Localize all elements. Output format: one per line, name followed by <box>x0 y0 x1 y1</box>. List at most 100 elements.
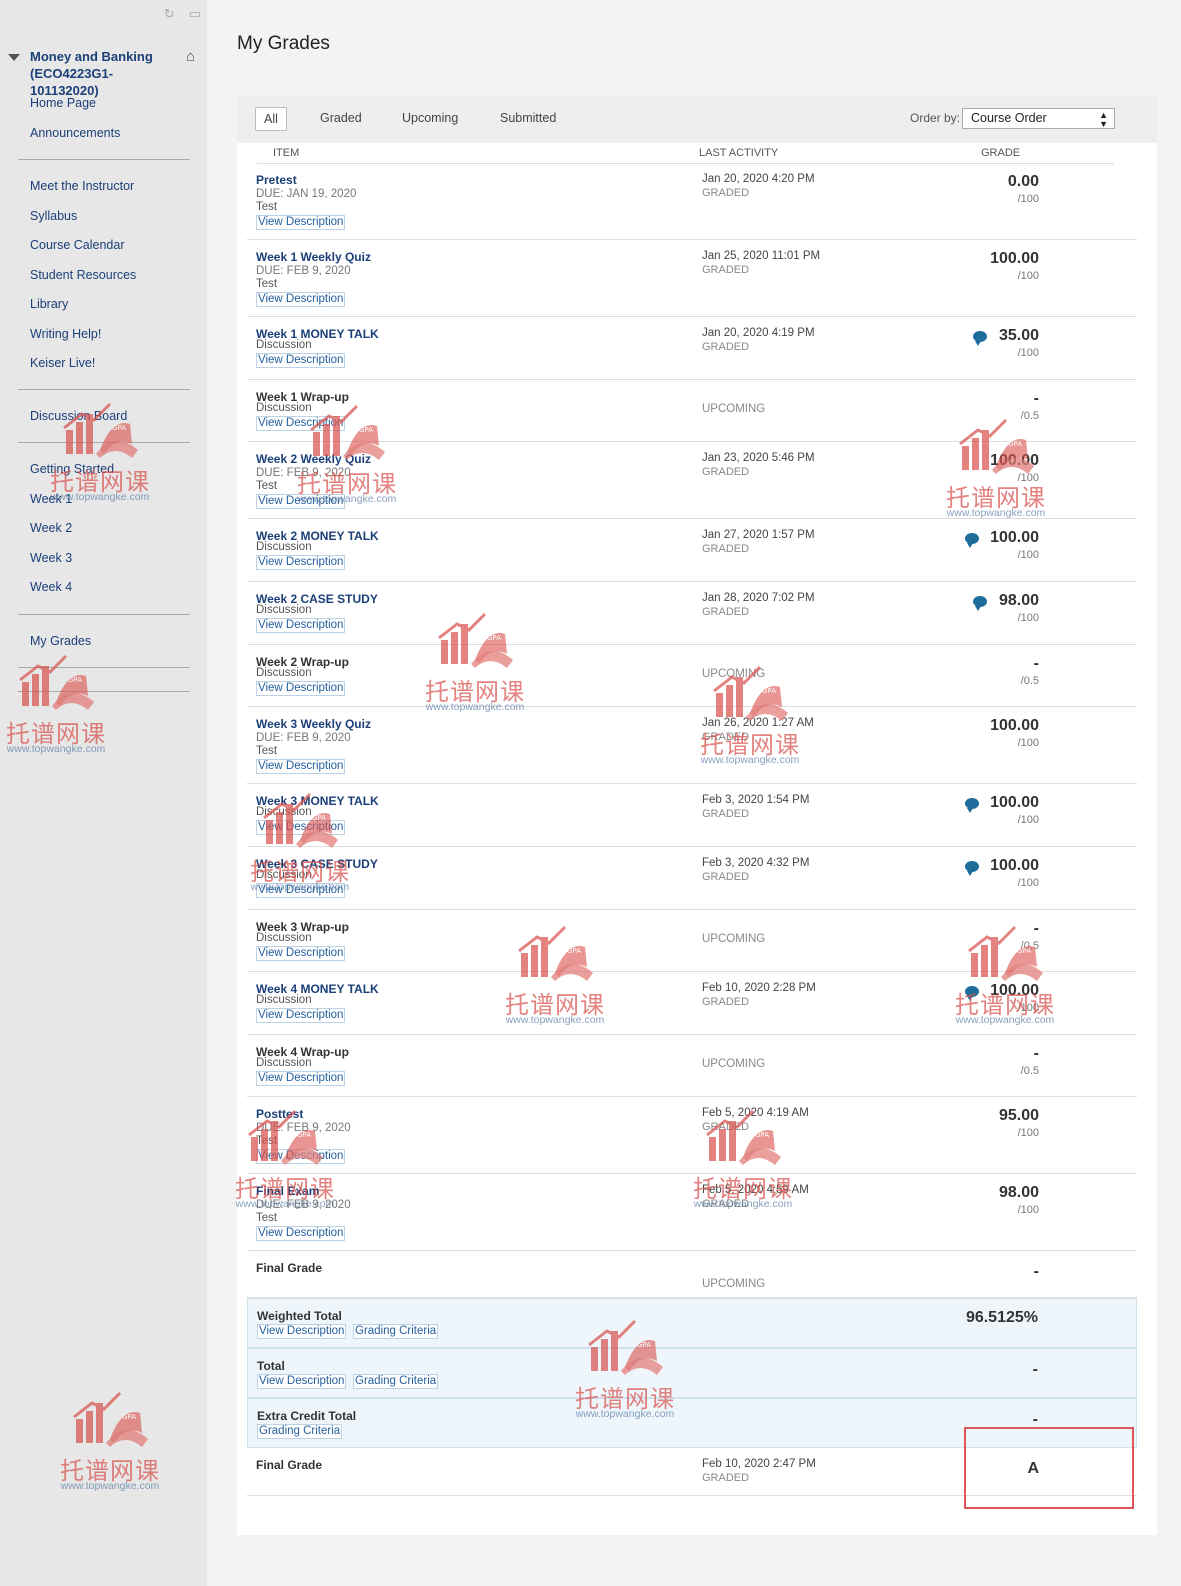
nav-library[interactable]: Library <box>0 290 207 320</box>
item-type: Discussion <box>256 869 312 881</box>
comment-bubble-icon[interactable] <box>965 798 979 813</box>
table-row: Week 2 MONEY TALK Discussion View Descript… <box>247 519 1137 582</box>
comment-bubble-icon[interactable] <box>973 331 987 346</box>
filter-graded[interactable]: Graded <box>312 107 370 129</box>
view-description-link[interactable]: View Description <box>256 1226 346 1241</box>
nav-my-grades[interactable]: My Grades <box>0 627 207 657</box>
view-description-link[interactable]: View Description <box>256 1149 346 1164</box>
nav-announcements[interactable]: Announcements <box>0 119 207 149</box>
nav-course-calendar[interactable]: Course Calendar <box>0 231 207 261</box>
item-type: Discussion <box>256 806 312 818</box>
view-description-link[interactable]: View Description <box>256 759 346 774</box>
nav-week-2[interactable]: Week 2 <box>0 514 207 544</box>
nav-meet-instructor[interactable]: Meet the Instructor <box>0 172 207 202</box>
item-type: Discussion <box>256 932 312 944</box>
comment-bubble-icon[interactable] <box>965 861 979 876</box>
summary-title: Total <box>257 1359 285 1373</box>
table-row: Week 2 CASE STUDY Discussion View Descript… <box>247 582 1137 645</box>
refresh-icon[interactable]: ↻ <box>164 6 175 22</box>
view-description-link[interactable]: View Description <box>257 1324 347 1339</box>
comment-bubble-icon[interactable] <box>965 986 979 1001</box>
nav-student-resources[interactable]: Student Resources <box>0 261 207 291</box>
view-description-link[interactable]: View Description <box>256 883 346 898</box>
activity-status: GRADED <box>702 996 750 1008</box>
view-description-link[interactable]: View Description <box>256 820 346 835</box>
view-description-link[interactable]: View Description <box>256 1071 346 1086</box>
nav-home-page[interactable]: Home Page <box>0 89 207 119</box>
nav-week-4[interactable]: Week 4 <box>0 573 207 603</box>
activity-status: GRADED <box>702 187 750 199</box>
view-description-link[interactable]: View Description <box>257 1374 347 1389</box>
activity-status: GRADED <box>702 808 750 820</box>
last-activity-date: Feb 3, 2020 1:54 PM <box>702 794 810 806</box>
summary-grade-value: 96.5125% <box>965 1309 1038 1326</box>
activity-status: GRADED <box>702 543 750 555</box>
grading-criteria-link[interactable]: Grading Criteria <box>353 1374 439 1389</box>
nav-writing-help[interactable]: Writing Help! <box>0 320 207 350</box>
item-type: Test <box>256 480 278 492</box>
grading-criteria-link[interactable]: Grading Criteria <box>353 1324 439 1339</box>
item-type: Discussion <box>256 994 312 1006</box>
grade-points-possible: /100 <box>1017 549 1039 561</box>
grade-value: 100.00 <box>990 452 1039 469</box>
item-title[interactable]: Posttest <box>256 1107 303 1121</box>
item-title[interactable]: Pretest <box>256 173 297 187</box>
last-activity-date: Jan 23, 2020 5:46 PM <box>702 452 815 464</box>
last-activity-date: Jan 20, 2020 4:20 PM <box>702 173 815 185</box>
view-description-link[interactable]: View Description <box>256 416 346 431</box>
view-description-link[interactable]: View Description <box>256 353 346 368</box>
item-due-date: DUE: FEB 9, 2020 <box>256 1122 351 1134</box>
item-title[interactable]: Week 1 Weekly Quiz <box>256 250 371 264</box>
last-activity-date: Jan 28, 2020 7:02 PM <box>702 592 815 604</box>
activity-status: GRADED <box>702 466 750 478</box>
table-row: Pretest DUE: JAN 19, 2020 Test View Descrip… <box>247 163 1137 240</box>
nav-getting-started[interactable]: Getting Started <box>0 455 207 485</box>
activity-status: GRADED <box>702 606 750 618</box>
item-title[interactable]: Final Exam <box>256 1184 319 1198</box>
comment-bubble-icon[interactable] <box>973 596 987 611</box>
summary-row: Total View Description Grading Criteria - <box>247 1348 1137 1398</box>
view-description-link[interactable]: View Description <box>256 555 346 570</box>
view-description-link[interactable]: View Description <box>256 681 346 696</box>
nav-discussion-board[interactable]: Discussion Board <box>0 402 207 432</box>
last-activity-date: Feb 5, 2020 4:19 AM <box>702 1107 809 1119</box>
column-header-item[interactable]: ITEM <box>273 147 299 159</box>
filter-bar: All Graded Upcoming Submitted Order by: … <box>237 95 1157 143</box>
filter-all[interactable]: All <box>255 107 287 131</box>
view-description-link[interactable]: View Description <box>256 1008 346 1023</box>
view-description-link[interactable]: View Description <box>256 494 346 509</box>
comment-bubble-icon[interactable] <box>965 533 979 548</box>
order-by-label: Order by: <box>910 111 961 125</box>
table-row: Week 1 Weekly Quiz DUE: FEB 9, 2020 Test Vi… <box>247 240 1137 317</box>
view-description-link[interactable]: View Description <box>256 618 346 633</box>
view-description-link[interactable]: View Description <box>256 292 346 307</box>
item-title[interactable]: Week 2 Weekly Quiz <box>256 452 371 466</box>
grade-points-possible: /100 <box>1017 270 1039 282</box>
filter-upcoming[interactable]: Upcoming <box>394 107 466 129</box>
grading-criteria-link[interactable]: Grading Criteria <box>257 1424 343 1439</box>
order-by-select[interactable]: Course Order ▲ ▼ <box>962 108 1115 129</box>
grade-points-possible: /100 <box>1017 1002 1039 1014</box>
last-activity-date: Jan 26, 2020 1:27 AM <box>702 717 814 729</box>
view-description-link[interactable]: View Description <box>256 215 346 230</box>
home-icon[interactable]: ⌂ <box>186 48 195 65</box>
table-row: Week 1 Wrap-up Discussion View Description… <box>247 380 1137 442</box>
column-header-grade[interactable]: GRADE <box>981 147 1020 159</box>
grade-points-possible: /100 <box>1017 1127 1039 1139</box>
filter-submitted[interactable]: Submitted <box>492 107 564 129</box>
nav-week-3[interactable]: Week 3 <box>0 544 207 574</box>
activity-status: UPCOMING <box>702 1058 766 1070</box>
view-description-link[interactable]: View Description <box>256 946 346 961</box>
summary-grade-value: - <box>1033 1263 1039 1280</box>
item-title[interactable]: Week 3 Weekly Quiz <box>256 717 371 731</box>
folder-icon[interactable]: ▭ <box>189 6 201 22</box>
collapse-caret-icon[interactable] <box>8 54 20 61</box>
item-due-date: DUE: FEB 9, 2020 <box>256 265 351 277</box>
nav-keiser-live[interactable]: Keiser Live! <box>0 349 207 379</box>
nav-week-1[interactable]: Week 1 <box>0 485 207 515</box>
table-row: Week 3 CASE STUDY Discussion View Descript… <box>247 847 1137 910</box>
nav-syllabus[interactable]: Syllabus <box>0 202 207 232</box>
nav-group-info: Meet the Instructor Syllabus Course Cale… <box>0 172 207 379</box>
column-header-last-activity[interactable]: LAST ACTIVITY <box>699 147 778 159</box>
activity-status: UPCOMING <box>702 1278 766 1290</box>
